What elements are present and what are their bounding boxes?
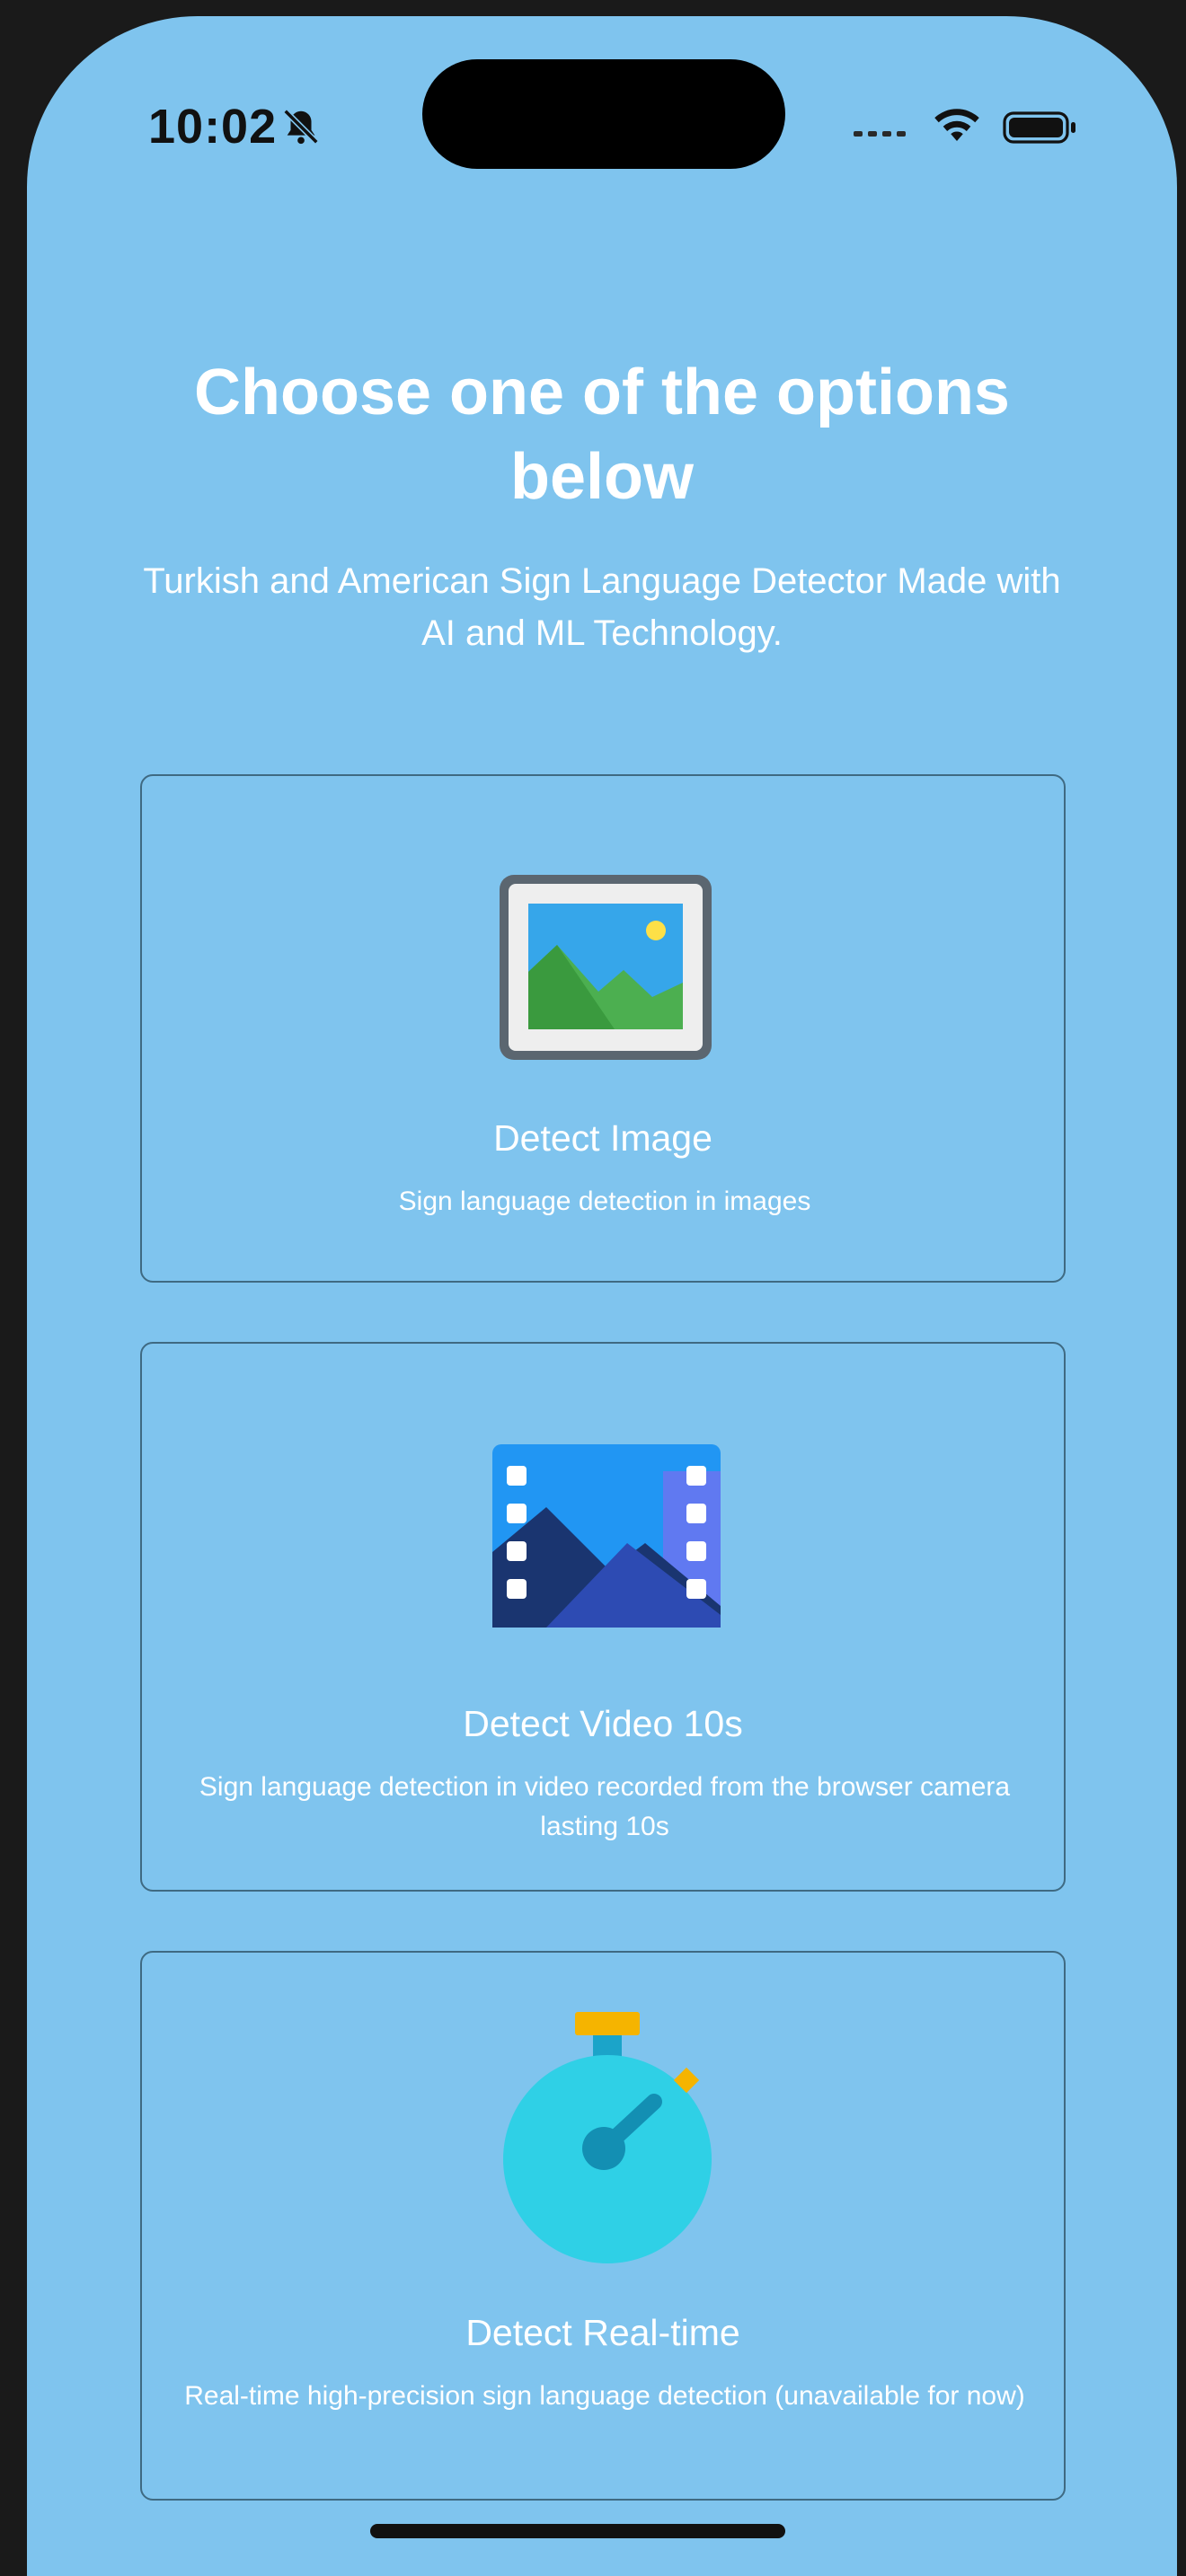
cellular-icon	[854, 131, 906, 137]
option-description: Real-time high-precision sign language d…	[184, 2381, 1025, 2411]
picture-icon	[500, 875, 712, 1060]
app-screen: 10:02 Choose one of the options below Tu…	[27, 16, 1177, 2576]
status-time: 10:02	[148, 100, 278, 154]
device-frame: 10:02 Choose one of the options below Tu…	[0, 0, 1186, 2576]
dynamic-island	[422, 59, 785, 169]
option-title: Detect Video 10s	[463, 1703, 743, 1744]
stopwatch-icon	[503, 2012, 712, 2263]
option-card-detect-image[interactable]: Detect Image Sign language detection in …	[140, 774, 1066, 1283]
bell-slash-icon	[283, 109, 319, 145]
page-subtitle: Turkish and American Sign Language Detec…	[143, 561, 1061, 653]
home-indicator[interactable]	[370, 2524, 785, 2538]
option-description: Sign language detection in video recorde…	[199, 1772, 1011, 1841]
battery-icon	[1003, 111, 1075, 144]
option-title: Detect Image	[493, 1117, 712, 1159]
option-card-detect-video[interactable]: Detect Video 10s Sign language detection…	[140, 1342, 1066, 1892]
option-description: Sign language detection in images	[398, 1187, 811, 1216]
option-card-detect-realtime[interactable]: Detect Real-time Real-time high-precisio…	[140, 1951, 1066, 2501]
page-title: Choose one of the options below	[194, 357, 1010, 513]
wifi-icon	[934, 109, 979, 141]
video-film-icon	[492, 1444, 721, 1628]
option-title: Detect Real-time	[465, 2312, 740, 2353]
